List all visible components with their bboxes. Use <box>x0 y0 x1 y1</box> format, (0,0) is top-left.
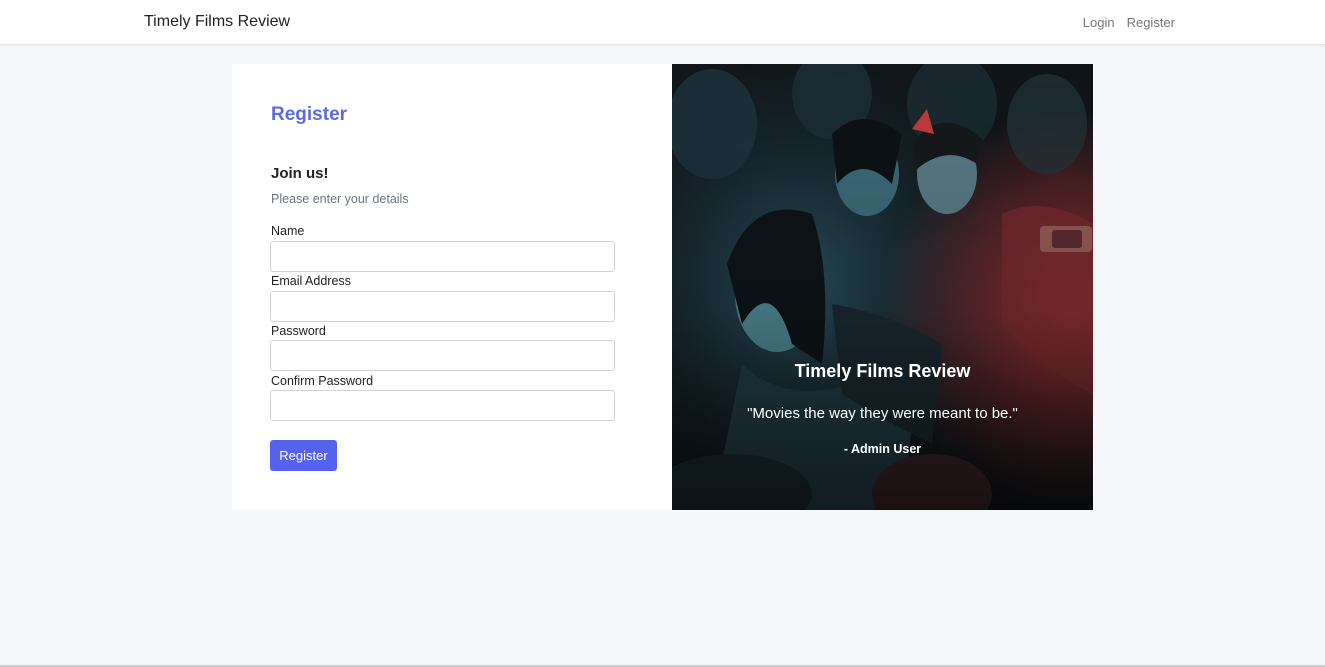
hero-author: - Admin User <box>843 442 922 456</box>
hero-quote: "Movies the way they were meant to be." <box>747 405 1018 422</box>
hero-title: Timely Films Review <box>794 361 971 381</box>
confirm-password-label: Confirm Password <box>271 374 374 388</box>
nav-links: Login Register <box>1083 15 1175 30</box>
form-title: Register <box>271 104 348 125</box>
form-subheading: Please enter your details <box>271 192 409 206</box>
email-input[interactable] <box>270 291 615 322</box>
email-label: Email Address <box>271 274 351 288</box>
brand-link[interactable]: Timely Films Review <box>144 13 290 31</box>
register-card: Register Join us! Please enter your deta… <box>232 64 1093 510</box>
name-label: Name <box>271 224 305 238</box>
top-navbar: Timely Films Review Login Register <box>0 0 1325 45</box>
hero-image-panel: Timely Films Review "Movies the way they… <box>672 64 1093 510</box>
password-label: Password <box>271 324 326 338</box>
confirm-password-input[interactable] <box>270 390 615 421</box>
register-form: Register Join us! Please enter your deta… <box>232 64 672 510</box>
nav-register-link[interactable]: Register <box>1127 15 1175 30</box>
password-input[interactable] <box>270 340 615 371</box>
nav-login-link[interactable]: Login <box>1083 15 1115 30</box>
name-input[interactable] <box>270 241 615 272</box>
form-heading: Join us! <box>271 165 329 182</box>
register-submit-button[interactable]: Register <box>270 440 337 471</box>
